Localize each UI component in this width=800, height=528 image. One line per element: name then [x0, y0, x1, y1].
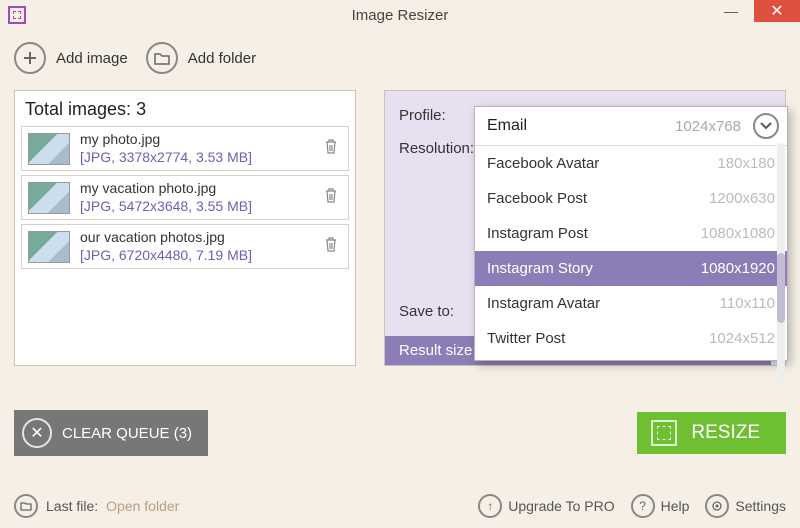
add-folder-label: Add folder [188, 50, 256, 67]
queue-panel: Total images: 3 my photo.jpg[JPG, 3378x2… [14, 90, 356, 366]
add-image-label: Add image [56, 50, 128, 67]
delete-file-button[interactable] [320, 187, 342, 208]
titlebar: Image Resizer — ✕ [0, 0, 800, 30]
queue-header: Total images: 3 [21, 97, 349, 126]
file-thumbnail [28, 231, 70, 263]
dropdown-item-dim: 1024x512 [709, 330, 775, 347]
dropdown-item-name: Twitter Post [487, 330, 565, 347]
file-meta: [JPG, 5472x3648, 3.55 MB] [80, 198, 310, 216]
last-file-label: Last file: [46, 498, 98, 514]
file-row[interactable]: our vacation photos.jpg[JPG, 6720x4480, … [21, 224, 349, 269]
scrollbar-thumb[interactable] [777, 253, 785, 323]
help-icon: ? [631, 494, 655, 518]
dropdown-item[interactable]: Twitter Post 1024x512 [475, 321, 787, 356]
dropdown-item-name: Instagram Story [487, 260, 593, 277]
settings-link[interactable]: Settings [705, 494, 786, 518]
dropdown-scrollbar[interactable] [777, 143, 785, 383]
dropdown-item-dim: 1080x1080 [701, 225, 775, 242]
file-name: our vacation photos.jpg [80, 229, 310, 247]
file-name: my photo.jpg [80, 131, 310, 149]
file-meta: [JPG, 6720x4480, 7.19 MB] [80, 247, 310, 265]
dropdown-item-dim: 1080x1920 [701, 260, 775, 277]
folder-icon [14, 494, 38, 518]
profile-dropdown[interactable]: Email 1024x768 Facebook Avatar180x180Fac… [474, 106, 788, 361]
dropdown-selected-dim: 1024x768 [675, 118, 741, 135]
file-row[interactable]: my photo.jpg[JPG, 3378x2774, 3.53 MB] [21, 126, 349, 171]
file-thumbnail [28, 133, 70, 165]
close-icon: ✕ [22, 418, 52, 448]
delete-file-button[interactable] [320, 236, 342, 257]
file-thumbnail [28, 182, 70, 214]
dropdown-item-dim: 1200x630 [709, 190, 775, 207]
add-folder-button[interactable]: Add folder [146, 42, 256, 74]
clear-queue-label: CLEAR QUEUE (3) [62, 425, 192, 442]
resize-button[interactable]: RESIZE [637, 412, 786, 454]
arrow-up-icon: ↑ [478, 494, 502, 518]
dropdown-item-name: Facebook Avatar [487, 155, 599, 172]
help-link[interactable]: ? Help [631, 494, 690, 518]
dropdown-item[interactable]: Facebook Post 1200x630 [475, 181, 787, 216]
dropdown-item-name: Instagram Post [487, 225, 588, 242]
dropdown-header[interactable]: Email 1024x768 [475, 107, 787, 146]
open-folder-link[interactable]: Open folder [106, 498, 179, 514]
resize-label: RESIZE [691, 422, 760, 444]
file-name: my vacation photo.jpg [80, 180, 310, 198]
dropdown-item[interactable]: Facebook Avatar 180x180 [475, 146, 787, 181]
dropdown-item[interactable]: Instagram Story 1080x1920 [475, 251, 787, 286]
chevron-down-icon[interactable] [753, 113, 779, 139]
close-button[interactable]: ✕ [754, 0, 800, 22]
resize-icon [651, 420, 677, 446]
dropdown-item-dim: 180x180 [717, 155, 775, 172]
minimize-button[interactable]: — [708, 0, 754, 22]
gear-icon [705, 494, 729, 518]
dropdown-item-name: Facebook Post [487, 190, 587, 207]
dropdown-item[interactable]: Instagram Post 1080x1080 [475, 216, 787, 251]
folder-icon [146, 42, 178, 74]
footer: Last file: Open folder ↑ Upgrade To PRO … [14, 494, 786, 518]
window-title: Image Resizer [0, 7, 800, 24]
add-image-button[interactable]: Add image [14, 42, 128, 74]
plus-icon [14, 42, 46, 74]
toolbar: Add image Add folder [0, 30, 800, 90]
clear-queue-button[interactable]: ✕ CLEAR QUEUE (3) [14, 410, 208, 456]
dropdown-selected-name: Email [487, 117, 527, 135]
dropdown-item-name: Instagram Avatar [487, 295, 600, 312]
delete-file-button[interactable] [320, 138, 342, 159]
upgrade-pro-link[interactable]: ↑ Upgrade To PRO [478, 494, 614, 518]
dropdown-item-dim: 110x110 [720, 295, 775, 312]
dropdown-item[interactable]: Instagram Avatar 110x110 [475, 286, 787, 321]
file-row[interactable]: my vacation photo.jpg[JPG, 5472x3648, 3.… [21, 175, 349, 220]
file-meta: [JPG, 3378x2774, 3.53 MB] [80, 149, 310, 167]
